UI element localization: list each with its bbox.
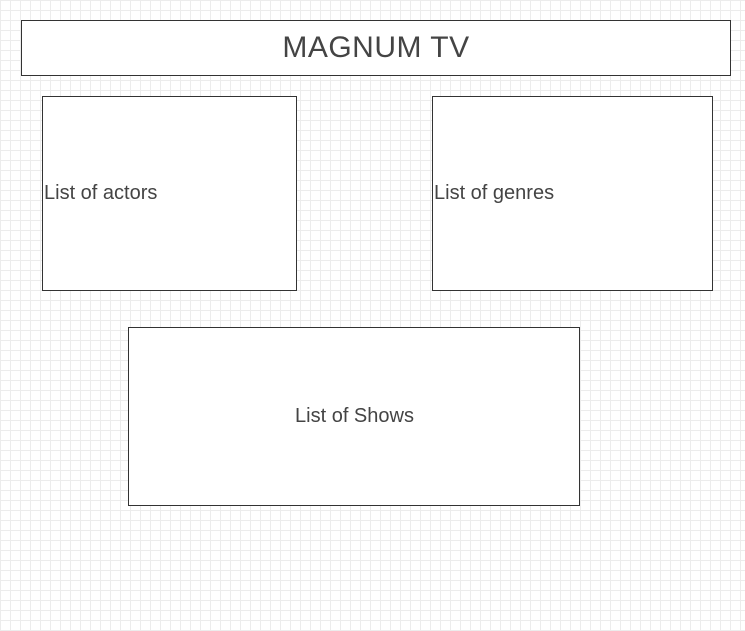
- actors-list-box: List of actors: [42, 96, 297, 291]
- actors-list-label: List of actors: [44, 182, 158, 204]
- title-box: MAGNUM TV: [21, 20, 731, 76]
- genres-list-label: List of genres: [434, 182, 555, 204]
- app-title: MAGNUM TV: [282, 31, 470, 64]
- shows-list-box: List of Shows: [128, 327, 580, 506]
- shows-list-label: List of Shows: [295, 405, 414, 427]
- genres-list-box: List of genres: [432, 96, 713, 291]
